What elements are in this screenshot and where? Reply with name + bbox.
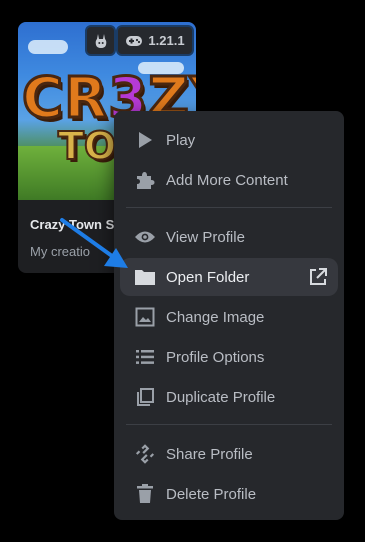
profile-title: Crazy Town Sa xyxy=(30,217,122,232)
menu-item-label: Add More Content xyxy=(166,171,288,189)
menu-item-label: Profile Options xyxy=(166,348,265,366)
version-badge: 1.21.1 xyxy=(116,25,194,56)
external-link-icon xyxy=(308,267,328,287)
menu-item-label: Open Folder xyxy=(166,268,250,286)
menu-item-share-profile[interactable]: Share Profile xyxy=(120,435,338,473)
menu-item-duplicate-profile[interactable]: Duplicate Profile xyxy=(120,378,338,416)
menu-divider xyxy=(126,424,332,425)
menu-item-play[interactable]: Play xyxy=(120,121,338,159)
menu-item-profile-options[interactable]: Profile Options xyxy=(120,338,338,376)
puzzle-icon xyxy=(134,169,156,191)
eye-icon xyxy=(134,226,156,248)
list-icon xyxy=(134,346,156,368)
menu-item-label: Change Image xyxy=(166,308,265,326)
context-menu: Play Add More Content View Profile Open … xyxy=(114,111,344,520)
copy-icon xyxy=(134,386,156,408)
profile-subtitle: My creatio xyxy=(30,244,90,259)
folder-icon xyxy=(134,266,156,288)
play-icon xyxy=(134,129,156,151)
menu-item-view-profile[interactable]: View Profile xyxy=(120,218,338,256)
menu-item-add-content[interactable]: Add More Content xyxy=(120,161,338,199)
gamepad-icon xyxy=(126,35,143,46)
menu-item-label: Duplicate Profile xyxy=(166,388,276,406)
menu-item-delete-profile[interactable]: Delete Profile xyxy=(120,475,338,513)
menu-item-label: View Profile xyxy=(166,228,245,246)
menu-item-change-image[interactable]: Change Image xyxy=(120,298,338,336)
menu-item-open-folder[interactable]: Open Folder xyxy=(120,258,338,296)
menu-item-label: Share Profile xyxy=(166,445,253,463)
image-icon xyxy=(134,306,156,328)
trash-icon xyxy=(134,483,156,505)
menu-item-label: Play xyxy=(166,131,196,149)
menu-item-label: Delete Profile xyxy=(166,485,257,503)
loader-badge xyxy=(85,25,116,56)
rabbit-icon xyxy=(95,33,106,48)
version-label: 1.21.1 xyxy=(148,33,185,48)
share-icon xyxy=(134,443,156,465)
menu-divider xyxy=(126,207,332,208)
